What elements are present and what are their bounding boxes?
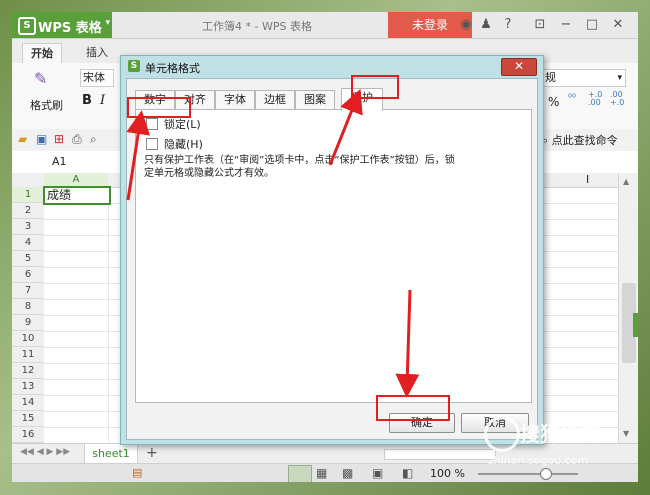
arrow-to-protection-tab (328, 88, 363, 166)
arrow-to-ok-button (395, 289, 420, 398)
watermark-brand: 搜狗指南 (520, 422, 600, 446)
watermark-url: zhinan.sogou.com (488, 454, 589, 467)
arrow-to-lock-option (126, 110, 151, 201)
watermark: 搜狗指南 zhinan.sogou.com (484, 416, 634, 476)
sogou-logo-icon (484, 416, 520, 452)
